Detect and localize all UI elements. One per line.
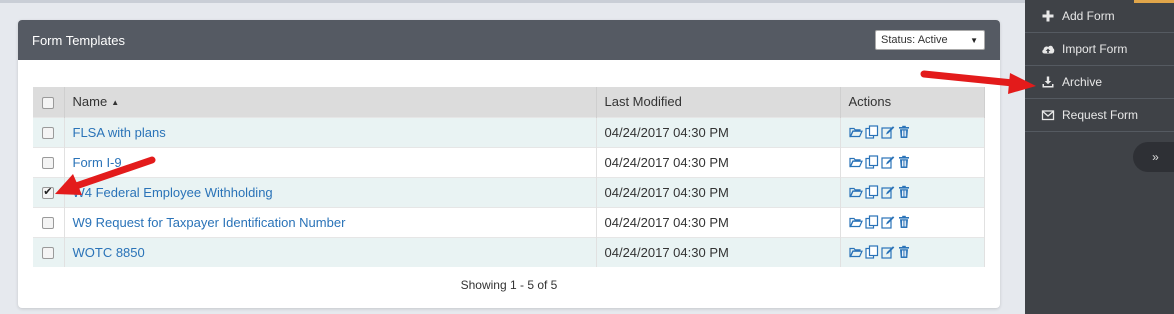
status-filter-value: Status: Active — [881, 34, 948, 46]
row-actions-cell — [840, 206, 985, 237]
sidebar-item-label: Add Form — [1062, 9, 1115, 23]
row-name-cell: FLSA with plans — [64, 116, 597, 147]
copy-icon[interactable] — [864, 245, 879, 259]
form-name-link[interactable]: WOTC 8850 — [73, 245, 145, 260]
status-filter-select[interactable]: Status: Active ▼ — [875, 30, 985, 50]
sidebar-item-import-form[interactable]: Import Form — [1025, 33, 1174, 66]
table-row: WOTC 8850 04/24/2017 04:30 PM — [33, 236, 985, 267]
download-icon — [1042, 76, 1054, 88]
table-row: W4 Federal Employee Withholding04/24/201… — [33, 176, 985, 207]
annotation-arrow-checkbox — [55, 156, 156, 195]
row-name-cell: WOTC 8850 — [64, 236, 597, 267]
edit-icon[interactable] — [880, 215, 895, 229]
panel-title: Form Templates — [32, 32, 125, 48]
sidebar-accent — [1134, 0, 1174, 3]
double-chevron-right-icon: » — [1152, 150, 1159, 164]
table-header-row: Name ▲ Last Modified Actions — [33, 87, 985, 117]
row-actions-cell — [840, 176, 985, 207]
table-row: FLSA with plans 04/24/2017 04:30 PM — [33, 116, 985, 147]
sidebar-collapse-toggle[interactable]: » — [1133, 142, 1174, 172]
trash-icon[interactable] — [897, 185, 911, 199]
row-actions — [848, 185, 977, 199]
trash-icon[interactable] — [897, 215, 911, 229]
sidebar-item-label: Archive — [1062, 75, 1103, 89]
column-header-last-modified[interactable]: Last Modified — [596, 87, 841, 117]
form-name-link[interactable]: W9 Request for Taxpayer Identification N… — [73, 215, 346, 230]
sidebar-item-archive[interactable]: Archive — [1025, 66, 1174, 99]
actions-sidebar: Add Form Import Form Archive Request For… — [1025, 0, 1174, 314]
folder-open-icon[interactable] — [848, 185, 863, 199]
trash-icon[interactable] — [897, 245, 911, 259]
plus-icon — [1042, 10, 1054, 22]
row-select-checkbox[interactable] — [42, 127, 55, 140]
row-last-modified: 04/24/2017 04:30 PM — [596, 146, 841, 177]
select-all-cell — [33, 87, 65, 117]
folder-open-icon[interactable] — [848, 125, 863, 139]
sidebar-item-label: Import Form — [1062, 42, 1128, 56]
table-row: Form I-9 04/24/2017 04:30 PM — [33, 146, 985, 177]
folder-open-icon[interactable] — [848, 245, 863, 259]
copy-icon[interactable] — [864, 155, 879, 169]
column-name-label: Name — [72, 94, 108, 110]
sidebar-item-request-form[interactable]: Request Form — [1025, 99, 1174, 132]
row-select-cell — [33, 236, 65, 267]
trash-icon[interactable] — [897, 155, 911, 169]
row-actions-cell — [840, 146, 985, 177]
trash-icon[interactable] — [897, 125, 911, 139]
row-actions-cell — [840, 236, 985, 267]
copy-icon[interactable] — [864, 215, 879, 229]
panel-header: Form Templates Status: Active ▼ — [18, 20, 1000, 60]
row-last-modified: 04/24/2017 04:30 PM — [596, 236, 841, 267]
row-actions — [848, 245, 977, 259]
edit-icon[interactable] — [880, 125, 895, 139]
copy-icon[interactable] — [864, 125, 879, 139]
edit-icon[interactable] — [880, 185, 895, 199]
row-actions — [848, 125, 977, 139]
row-actions — [848, 215, 977, 229]
folder-open-icon[interactable] — [848, 215, 863, 229]
annotation-arrow-archive — [920, 70, 1036, 94]
edit-icon[interactable] — [880, 155, 895, 169]
form-name-link[interactable]: FLSA with plans — [73, 125, 166, 140]
row-actions-cell — [840, 116, 985, 147]
table-row: W9 Request for Taxpayer Identification N… — [33, 206, 985, 237]
row-select-cell — [33, 116, 65, 147]
cloud-upload-icon — [1042, 45, 1055, 54]
row-select-checkbox[interactable] — [42, 247, 55, 260]
row-select-cell — [33, 206, 65, 237]
row-last-modified: 04/24/2017 04:30 PM — [596, 206, 841, 237]
column-header-name[interactable]: Name ▲ — [64, 87, 597, 117]
sort-asc-icon: ▲ — [111, 98, 120, 108]
row-last-modified: 04/24/2017 04:30 PM — [596, 116, 841, 147]
select-all-checkbox[interactable] — [42, 96, 55, 109]
row-select-checkbox[interactable] — [42, 217, 55, 230]
sidebar-item-label: Request Form — [1062, 108, 1139, 122]
sidebar-item-add-form[interactable]: Add Form — [1025, 0, 1174, 33]
pagination-summary: Showing 1 - 5 of 5 — [460, 278, 558, 292]
row-name-cell: W9 Request for Taxpayer Identification N… — [64, 206, 597, 237]
folder-open-icon[interactable] — [848, 155, 863, 169]
templates-table: Name ▲ Last Modified Actions FLSA with pl… — [33, 87, 985, 267]
caret-down-icon: ▼ — [970, 35, 978, 45]
edit-icon[interactable] — [880, 245, 895, 259]
form-templates-panel: Form Templates Status: Active ▼ Name ▲ La… — [18, 20, 1000, 308]
copy-icon[interactable] — [864, 185, 879, 199]
top-strip — [0, 0, 1025, 3]
envelope-icon — [1041, 110, 1055, 121]
row-actions — [848, 155, 977, 169]
row-last-modified: 04/24/2017 04:30 PM — [596, 176, 841, 207]
